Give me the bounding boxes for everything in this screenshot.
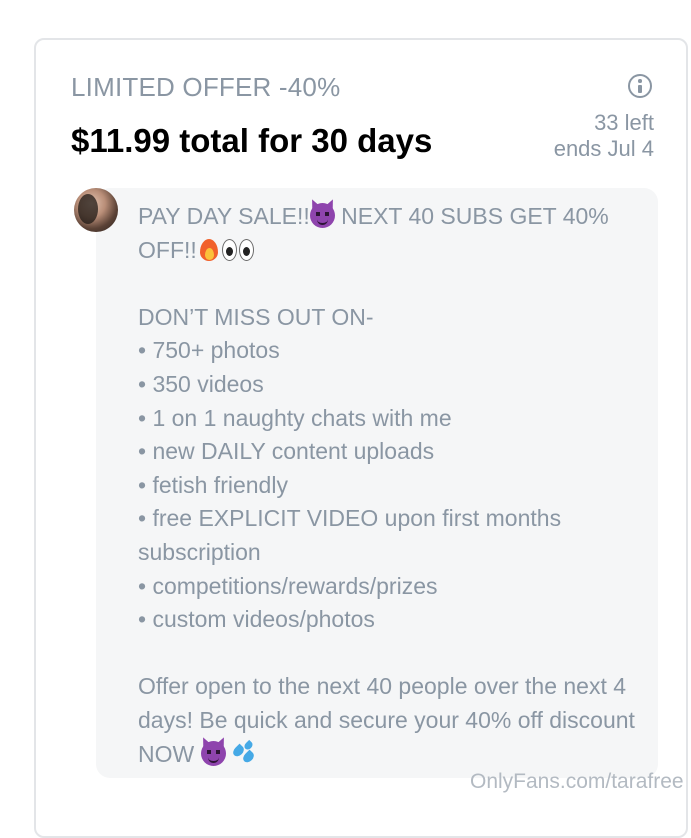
offer-message-bubble: PAY DAY SALE!! NEXT 40 SUBS GET 40% OFF!… bbox=[96, 188, 658, 778]
smiling-devil-icon bbox=[309, 203, 335, 228]
bullet-item: • custom videos/photos bbox=[138, 606, 375, 633]
creator-avatar[interactable] bbox=[74, 188, 118, 232]
bullet-item: • 750+ photos bbox=[138, 337, 280, 364]
offer-message-text: PAY DAY SALE!! NEXT 40 SUBS GET 40% OFF!… bbox=[138, 200, 638, 771]
message-intro: DON’T MISS OUT ON- bbox=[138, 303, 374, 330]
offer-price: $11.99 total for 30 days bbox=[71, 122, 433, 159]
bullet-item: • 350 videos bbox=[138, 370, 264, 397]
message-headline: PAY DAY SALE!! NEXT 40 SUBS GET 40% OFF!… bbox=[138, 200, 638, 267]
bullet-item: • competitions/rewards/prizes bbox=[138, 572, 438, 599]
offer-end-date: ends Jul 4 bbox=[553, 136, 654, 161]
offer-remaining-count: 33 left bbox=[594, 110, 654, 135]
info-icon[interactable] bbox=[628, 74, 652, 98]
headline-part-1: PAY DAY SALE!! bbox=[138, 203, 310, 229]
sweat-droplets-icon bbox=[231, 739, 260, 766]
watermark: OnlyFans.com/tarafree bbox=[470, 770, 684, 793]
bullet-item: • free EXPLICIT VIDEO upon first months … bbox=[138, 505, 562, 565]
bullet-item: • fetish friendly bbox=[138, 471, 288, 498]
smiling-devil-icon bbox=[200, 740, 226, 766]
offer-label: LIMITED OFFER -40% bbox=[71, 72, 341, 102]
bullet-item: • new DAILY content uploads bbox=[138, 438, 435, 465]
message-closing: Offer open to the next 40 people over th… bbox=[138, 670, 638, 771]
fire-icon bbox=[197, 237, 221, 262]
subscription-offer-card: LIMITED OFFER -40% $11.99 total for 30 d… bbox=[34, 38, 688, 838]
bullet-item: • 1 on 1 naughty chats with me bbox=[138, 404, 452, 431]
eyes-icon bbox=[221, 237, 255, 262]
